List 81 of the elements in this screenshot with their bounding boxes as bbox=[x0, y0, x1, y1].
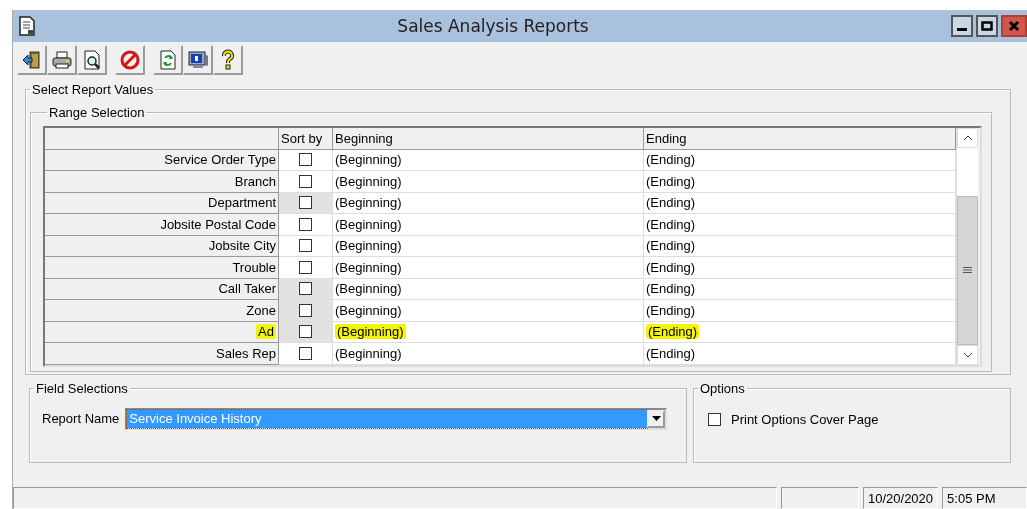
table-cell: (Beginning) bbox=[335, 302, 402, 318]
close-button[interactable] bbox=[1001, 15, 1027, 37]
table-cell: (Ending) bbox=[646, 216, 696, 232]
close-icon bbox=[1008, 20, 1020, 32]
display-button[interactable] bbox=[183, 45, 213, 75]
table-cell: Call Taker bbox=[218, 281, 276, 297]
table-cell: Sales Rep bbox=[216, 345, 276, 361]
print-preview-button[interactable] bbox=[77, 45, 107, 75]
monitor-icon bbox=[187, 49, 209, 71]
column-header: Beginning bbox=[333, 128, 644, 150]
table-cell: Trouble bbox=[232, 259, 276, 275]
checkbox[interactable] bbox=[299, 217, 312, 231]
table-cell: (Ending) bbox=[646, 345, 696, 361]
checkbox[interactable] bbox=[299, 282, 312, 296]
help-button[interactable] bbox=[213, 45, 243, 75]
column-header: Sort by bbox=[279, 128, 333, 150]
table-cell: (Beginning) bbox=[335, 345, 402, 361]
cancel-icon bbox=[119, 49, 141, 71]
checkbox[interactable] bbox=[299, 239, 312, 253]
group-title: Range Selection bbox=[48, 105, 146, 120]
dropdown-value: Service Invoice History bbox=[127, 409, 648, 428]
table-cell: (Ending) bbox=[646, 302, 696, 318]
group-title: Field Selections bbox=[35, 380, 129, 396]
printer-icon bbox=[51, 49, 73, 71]
table-cell: (Beginning) bbox=[335, 281, 402, 297]
table-cell: Service Order Type bbox=[164, 152, 276, 168]
checkbox[interactable] bbox=[299, 174, 312, 188]
table-cell: (Ending) bbox=[646, 152, 696, 168]
table-cell: (Ending) bbox=[646, 173, 696, 189]
table-cell: (Ending) bbox=[646, 259, 696, 275]
table-cell: (Ending) bbox=[646, 324, 700, 340]
refresh-button[interactable] bbox=[153, 45, 183, 75]
table-cell: (Beginning) bbox=[335, 216, 402, 232]
checkbox[interactable] bbox=[299, 346, 312, 360]
exit-button[interactable] bbox=[17, 45, 47, 75]
field-label: Report Name bbox=[42, 411, 120, 426]
table-cell: (Beginning) bbox=[335, 152, 402, 168]
minimize-icon bbox=[957, 28, 967, 31]
window-title: Sales Analysis Reports bbox=[396, 16, 590, 36]
cancel-button[interactable] bbox=[115, 45, 145, 75]
status-date: 10/20/2020 bbox=[863, 487, 939, 509]
scrollbar[interactable] bbox=[956, 128, 978, 365]
refresh-document-icon bbox=[157, 49, 179, 71]
maximize-button[interactable] bbox=[976, 15, 998, 37]
caret-icon bbox=[651, 416, 661, 421]
grip-icon bbox=[963, 266, 972, 275]
status-time: 5:05 PM bbox=[942, 487, 1027, 509]
table-cell: (Ending) bbox=[646, 281, 696, 297]
table-cell: (Beginning) bbox=[335, 238, 402, 254]
print-button[interactable] bbox=[47, 45, 77, 75]
table-cell: Department bbox=[208, 195, 276, 211]
checkbox[interactable] bbox=[299, 260, 312, 274]
group-title: Select Report Values bbox=[31, 82, 155, 97]
exit-door-icon bbox=[21, 49, 43, 71]
table-cell: (Beginning) bbox=[335, 195, 402, 211]
table-cell: (Beginning) bbox=[335, 173, 402, 189]
checkbox[interactable] bbox=[708, 412, 721, 426]
column-header: Ending bbox=[644, 128, 956, 150]
table-cell: (Ending) bbox=[646, 195, 696, 211]
scroll-up-icon[interactable] bbox=[962, 135, 973, 141]
dropdown-button[interactable] bbox=[647, 409, 666, 428]
table-cell: Jobsite Postal Code bbox=[160, 216, 276, 232]
document-icon bbox=[19, 16, 35, 36]
table-cell: Branch bbox=[234, 173, 276, 189]
table-cell: Ad bbox=[256, 324, 276, 340]
table-cell: (Beginning) bbox=[335, 259, 402, 275]
table-cell: (Beginning) bbox=[335, 324, 406, 340]
scroll-down-icon[interactable] bbox=[962, 351, 973, 358]
checkbox[interactable] bbox=[299, 325, 312, 339]
checkbox[interactable] bbox=[299, 303, 312, 317]
table-cell: Zone bbox=[246, 302, 276, 318]
maximize-icon bbox=[981, 20, 993, 32]
minimize-button[interactable] bbox=[951, 15, 973, 37]
checkbox[interactable] bbox=[299, 153, 312, 167]
checkbox-label[interactable]: Print Options Cover Page bbox=[731, 411, 879, 427]
scroll-thumb[interactable] bbox=[957, 196, 978, 345]
group-title: Options bbox=[699, 380, 746, 396]
table-cell: Jobsite City bbox=[208, 238, 276, 254]
checkbox[interactable] bbox=[299, 196, 312, 210]
document-magnifier-icon bbox=[81, 49, 103, 71]
table-cell: (Ending) bbox=[646, 238, 696, 254]
